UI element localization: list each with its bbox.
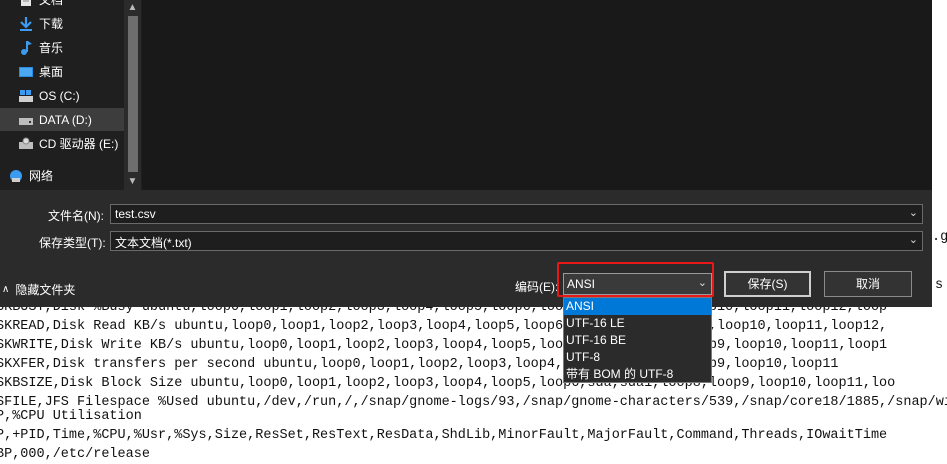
nav-item-label: 网络: [29, 169, 54, 183]
network-icon: [8, 169, 24, 183]
nav-item-network[interactable]: 网络: [0, 164, 124, 187]
editor-line: SKWRITE,Disk Write KB/s ubuntu,loop0,loo…: [0, 338, 888, 353]
filetype-label: 保存类型(T):: [39, 236, 106, 250]
editor-line: BP,000,/etc/release: [0, 447, 150, 462]
nav-item-label: 下载: [39, 17, 64, 31]
hide-folders-toggle[interactable]: ∧ 隐藏文件夹: [2, 281, 75, 298]
encoding-dropdown-list: ANSI UTF-16 LE UTF-16 BE UTF-8 带有 BOM 的 …: [563, 297, 712, 383]
nav-item-label: 文档: [39, 0, 64, 7]
nav-item-os-c[interactable]: OS (C:): [0, 84, 124, 107]
encoding-value: ANSI: [567, 277, 596, 291]
nav-item-label: CD 驱动器 (E:): [39, 137, 119, 151]
desktop-icon: [18, 65, 34, 79]
documents-icon: [18, 0, 34, 7]
editor-line: P,%CPU Utilisation: [0, 409, 142, 424]
nav-item-label: OS (C:): [39, 88, 80, 103]
nav-item-cd-e[interactable]: CD 驱动器 (E:): [0, 132, 124, 155]
encoding-option-utf8-bom[interactable]: 带有 BOM 的 UTF-8: [564, 366, 711, 383]
editor-line: SKXFER,Disk transfers per second ubuntu,…: [0, 357, 839, 372]
filename-label: 文件名(N):: [48, 209, 104, 223]
encoding-option-utf16le[interactable]: UTF-16 LE: [564, 315, 711, 332]
scroll-thumb[interactable]: [128, 16, 138, 172]
drive-icon: [18, 113, 34, 127]
scroll-up-icon[interactable]: ▲: [126, 2, 139, 14]
cd-drive-icon: [18, 137, 34, 151]
editor-fragment: s: [935, 278, 944, 293]
encoding-option-ansi[interactable]: ANSI: [564, 298, 711, 315]
filetype-select[interactable]: 文本文档(*.txt) ⌄: [110, 231, 923, 251]
cancel-button[interactable]: 取消: [824, 271, 912, 297]
music-icon: [18, 40, 34, 55]
chevron-up-icon: ∧: [2, 284, 10, 295]
chevron-down-icon[interactable]: ⌄: [909, 206, 918, 219]
editor-line: SKBSIZE,Disk Block Size ubuntu,loop0,loo…: [0, 376, 896, 391]
scroll-down-icon[interactable]: ▼: [126, 176, 139, 188]
chevron-down-icon[interactable]: ⌄: [698, 276, 707, 289]
filetype-value: 文本文档(*.txt): [115, 236, 192, 250]
nav-item-label: 桌面: [39, 65, 64, 79]
encoding-select[interactable]: ANSI ⌄: [563, 273, 712, 295]
nav-item-documents[interactable]: 文档: [0, 0, 124, 11]
navigation-pane: 文档 下载 音乐 桌面 OS (C:) DATA (D:) CD 驱动器 (E:…: [0, 0, 142, 190]
encoding-label: 编码(E):: [515, 280, 559, 294]
filename-value: test.csv: [115, 207, 156, 221]
nav-item-label: 音乐: [39, 41, 64, 55]
file-list-pane[interactable]: [142, 0, 932, 190]
filename-input[interactable]: test.csv ⌄: [110, 204, 923, 224]
nav-item-data-d[interactable]: DATA (D:): [0, 108, 124, 131]
editor-fragment: .gf: [932, 230, 947, 245]
nav-item-downloads[interactable]: 下载: [0, 12, 124, 35]
nav-item-label: DATA (D:): [39, 112, 92, 127]
drive-icon: [18, 89, 34, 103]
save-as-dialog: 文档 下载 音乐 桌面 OS (C:) DATA (D:) CD 驱动器 (E:…: [0, 0, 932, 307]
nav-item-desktop[interactable]: 桌面: [0, 60, 124, 83]
hide-folders-label: 隐藏文件夹: [15, 283, 76, 297]
download-icon: [18, 16, 34, 31]
encoding-option-utf16be[interactable]: UTF-16 BE: [564, 332, 711, 349]
encoding-option-utf8[interactable]: UTF-8: [564, 349, 711, 366]
nav-scrollbar[interactable]: ▲ ▼: [124, 0, 141, 190]
editor-line: P,+PID,Time,%CPU,%Usr,%Sys,Size,ResSet,R…: [0, 428, 888, 443]
save-button[interactable]: 保存(S): [724, 271, 811, 297]
editor-line: SFILE,JFS Filespace %Used ubuntu,/dev,/r…: [0, 395, 947, 410]
chevron-down-icon[interactable]: ⌄: [909, 233, 918, 246]
nav-item-music[interactable]: 音乐: [0, 36, 124, 59]
editor-line: SKREAD,Disk Read KB/s ubuntu,loop0,loop1…: [0, 319, 888, 334]
